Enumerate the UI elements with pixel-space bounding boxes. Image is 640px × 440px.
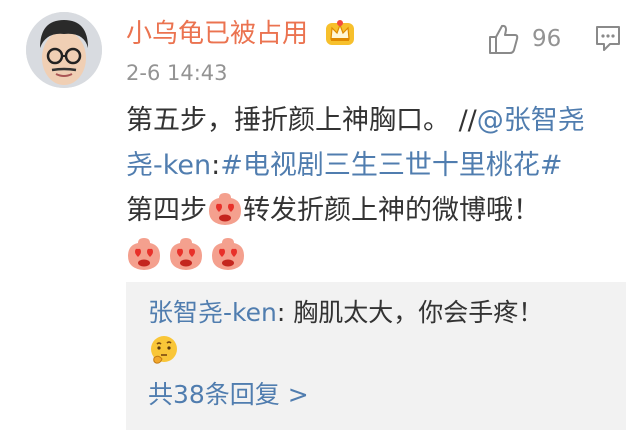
reply-line: 张智尧-ken: 胸肌太大，你会手疼！	[148, 296, 543, 330]
mention-link[interactable]: @张智尧	[477, 105, 585, 136]
hashtag-link[interactable]: #电视剧三生三世十里桃花#	[220, 150, 562, 181]
heart-eyes-emoji	[128, 238, 160, 270]
thumb-up-icon	[489, 24, 519, 54]
weibo-comment-card: 小乌龟已被占用 2-6 14:43 96 第五步，捶折颜上神胸口。 //@张智尧…	[0, 0, 640, 440]
avatar[interactable]	[26, 12, 102, 88]
content-text-forward: 转发折颜上神的微博哦！	[243, 195, 540, 226]
content-line-3: 第四步 转发折颜上神的微博哦！	[126, 188, 626, 233]
content-line-4	[126, 233, 626, 278]
content-text: 第五步，捶折颜上神胸口。 //	[126, 105, 477, 136]
username[interactable]: 小乌龟已被占用	[126, 18, 308, 50]
post-content: 第五步，捶折颜上神胸口。 //@张智尧 尧-ken:#电视剧三生三世十里桃花# …	[126, 98, 626, 278]
reply-preview[interactable]: 张智尧-ken: 胸肌太大，你会手疼！ 共38条回复 >	[126, 282, 626, 430]
reply-separator: :	[276, 298, 294, 327]
heart-eyes-emoji	[212, 238, 244, 270]
colon-text: :	[211, 150, 221, 181]
heart-eyes-emoji	[209, 193, 241, 225]
mention-link-continued[interactable]: 尧-ken	[126, 150, 211, 181]
view-replies-link[interactable]: 共38条回复 >	[148, 378, 309, 412]
content-line-2: 尧-ken:#电视剧三生三世十里桃花#	[126, 143, 626, 188]
thinking-emoji	[151, 336, 177, 364]
like-button[interactable]: 96	[486, 22, 561, 56]
content-line-1: 第五步，捶折颜上神胸口。 //@张智尧	[126, 98, 626, 143]
reply-text: 胸肌太大，你会手疼！	[293, 298, 544, 327]
crown-badge-icon	[326, 20, 354, 45]
content-text-step4: 第四步	[126, 195, 207, 226]
heart-eyes-emoji	[170, 238, 202, 270]
reply-username[interactable]: 张智尧-ken	[148, 298, 277, 327]
comment-icon[interactable]	[594, 24, 622, 54]
timestamp: 2-6 14:43	[126, 61, 228, 85]
like-count: 96	[532, 26, 562, 52]
